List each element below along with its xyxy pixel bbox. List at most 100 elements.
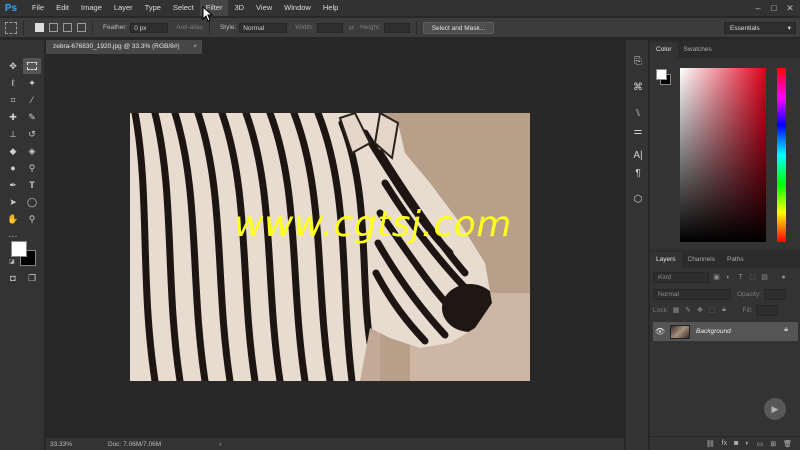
hue-slider[interactable] [777,68,786,242]
document-tab[interactable]: zebra-676830_1920.jpg @ 33.3% (RGB/8#) × [46,40,202,54]
quick-mask-icon[interactable]: ◘ [4,270,22,286]
lock-pixels-icon[interactable]: ✎ [684,306,693,315]
separator [23,20,24,35]
color-picker-field[interactable] [680,68,766,242]
marquee-icon[interactable] [23,58,41,74]
add-to-selection-icon[interactable] [49,23,58,32]
adjustments-icon[interactable]: ⚌ [631,124,645,138]
new-layer-icon[interactable]: ⊞ [770,440,776,448]
default-colors-icon[interactable]: ◪ [9,258,15,265]
add-mask-icon[interactable]: ◙ [734,440,738,447]
layer-name[interactable]: Background [696,328,731,335]
history-panel-icon[interactable]: ⎘ [631,54,645,68]
visibility-eye-icon[interactable]: 👁︎ [653,327,667,336]
lock-artboard-icon[interactable]: ⬚ [708,306,717,315]
ellipse-icon[interactable]: ◯ [23,194,41,210]
play-icon: ▶ [764,398,786,420]
color-panel-tabs: Color Swatches [650,40,800,58]
width-input[interactable] [316,22,343,33]
zoom-level[interactable]: 33.33% [50,441,100,448]
feather-input[interactable]: 0 px [130,22,169,33]
new-selection-icon[interactable] [35,23,44,32]
swap-dimensions-icon[interactable]: ⇄ [349,24,354,32]
dodge-icon[interactable]: ⚲ [23,160,41,176]
status-menu-arrow-icon[interactable]: › [219,441,221,448]
filter-smart-object-icon[interactable]: ▤ [760,273,769,282]
tab-swatches[interactable]: Swatches [678,42,718,58]
menu-image[interactable]: Image [75,0,108,16]
filter-type-icon[interactable]: T [736,273,745,282]
minimize-icon[interactable]: – [750,3,766,13]
tab-paths[interactable]: Paths [721,252,750,268]
close-tab-icon[interactable]: × [193,40,197,54]
tab-channels[interactable]: Channels [682,252,721,268]
menu-help[interactable]: Help [317,0,344,16]
select-and-mask-button[interactable]: Select and Mask... [422,21,495,34]
filter-adjustment-icon[interactable]: ◐ [724,273,733,282]
foreground-color-swatch[interactable] [11,241,27,257]
brush-icon[interactable]: ✎ [23,109,41,125]
menu-bar: Ps File Edit Image Layer Type Select Fil… [0,0,800,16]
menu-view[interactable]: View [250,0,278,16]
eyedropper-icon[interactable]: ⁄ [23,92,41,108]
antialias-checkbox-label[interactable]: Anti-alias [176,24,203,31]
eraser-icon[interactable]: ◆ [4,143,22,159]
magic-wand-icon[interactable]: ✦ [23,75,41,91]
clone-stamp-icon[interactable]: ⊥ [4,126,22,142]
maximize-icon[interactable]: □ [766,3,782,13]
workspace-select[interactable]: Essentials ▾ [724,22,796,34]
new-group-icon[interactable]: ▭ [757,440,764,448]
layer-filter-kind[interactable]: Kind [653,271,709,283]
adjustment-layer-icon[interactable]: ◐ [745,440,749,447]
menu-window[interactable]: Window [278,0,317,16]
lock-all-icon[interactable]: 🔒︎ [720,306,729,315]
lasso-icon[interactable]: ℓ [4,75,22,91]
height-input[interactable] [383,22,410,33]
lock-transparent-icon[interactable]: ▦ [672,306,681,315]
color-foreground-swatch[interactable] [656,69,667,80]
delete-layer-icon[interactable]: 🗑︎ [783,440,792,448]
move-icon[interactable]: ✥ [4,58,22,74]
tool-preset-icon[interactable] [5,21,17,34]
tab-layers[interactable]: Layers [650,252,682,268]
opacity-input[interactable] [763,288,786,300]
type-icon[interactable]: T [23,177,41,193]
brush-settings-icon[interactable]: ⑊ [631,106,645,120]
3d-panel-icon[interactable]: ⬡ [631,192,645,206]
filter-shape-icon[interactable]: ⬚ [748,273,757,282]
layer-lock-icon: 🔒︎ [784,326,788,333]
lock-position-icon[interactable]: ✥ [696,306,705,315]
paint-bucket-icon[interactable]: ◈ [23,143,41,159]
filter-toggle-icon[interactable]: ● [779,273,788,282]
path-selection-icon[interactable]: ➤ [4,194,22,210]
properties-panel-icon[interactable]: ⌘ [631,80,645,94]
blur-icon[interactable]: ● [4,160,22,176]
healing-brush-icon[interactable]: ✚ [4,109,22,125]
link-layers-icon[interactable]: ⛓ [706,440,715,448]
menu-3d[interactable]: 3D [228,0,250,16]
menu-edit[interactable]: Edit [50,0,75,16]
paragraph-panel-icon[interactable]: ¶ [631,166,645,180]
close-window-icon[interactable]: ✕ [782,3,798,14]
tab-color[interactable]: Color [650,42,678,58]
style-select[interactable]: Normal [239,22,288,33]
blend-mode-select[interactable]: Normal [653,288,731,300]
history-brush-icon[interactable]: ↺ [23,126,41,142]
layer-row-background[interactable]: 👁︎ Background 🔒︎ [653,322,798,341]
screen-mode-icon[interactable]: ❐ [23,270,41,286]
pen-icon[interactable]: ✒ [4,177,22,193]
character-panel-icon[interactable]: A| [631,148,645,162]
intersect-selection-icon[interactable] [77,23,86,32]
zoom-icon[interactable]: ⚲ [23,211,41,227]
crop-icon[interactable]: ⌗ [4,92,22,108]
menu-file[interactable]: File [26,0,50,16]
hand-icon[interactable]: ✋ [4,211,22,227]
filter-pixel-icon[interactable]: ▣ [712,273,721,282]
menu-type[interactable]: Type [139,0,167,16]
layer-style-icon[interactable]: fx [722,440,727,447]
menu-layer[interactable]: Layer [108,0,139,16]
menu-select[interactable]: Select [167,0,200,16]
document-image[interactable] [130,113,530,381]
subtract-selection-icon[interactable] [63,23,72,32]
fill-input[interactable] [755,304,778,316]
